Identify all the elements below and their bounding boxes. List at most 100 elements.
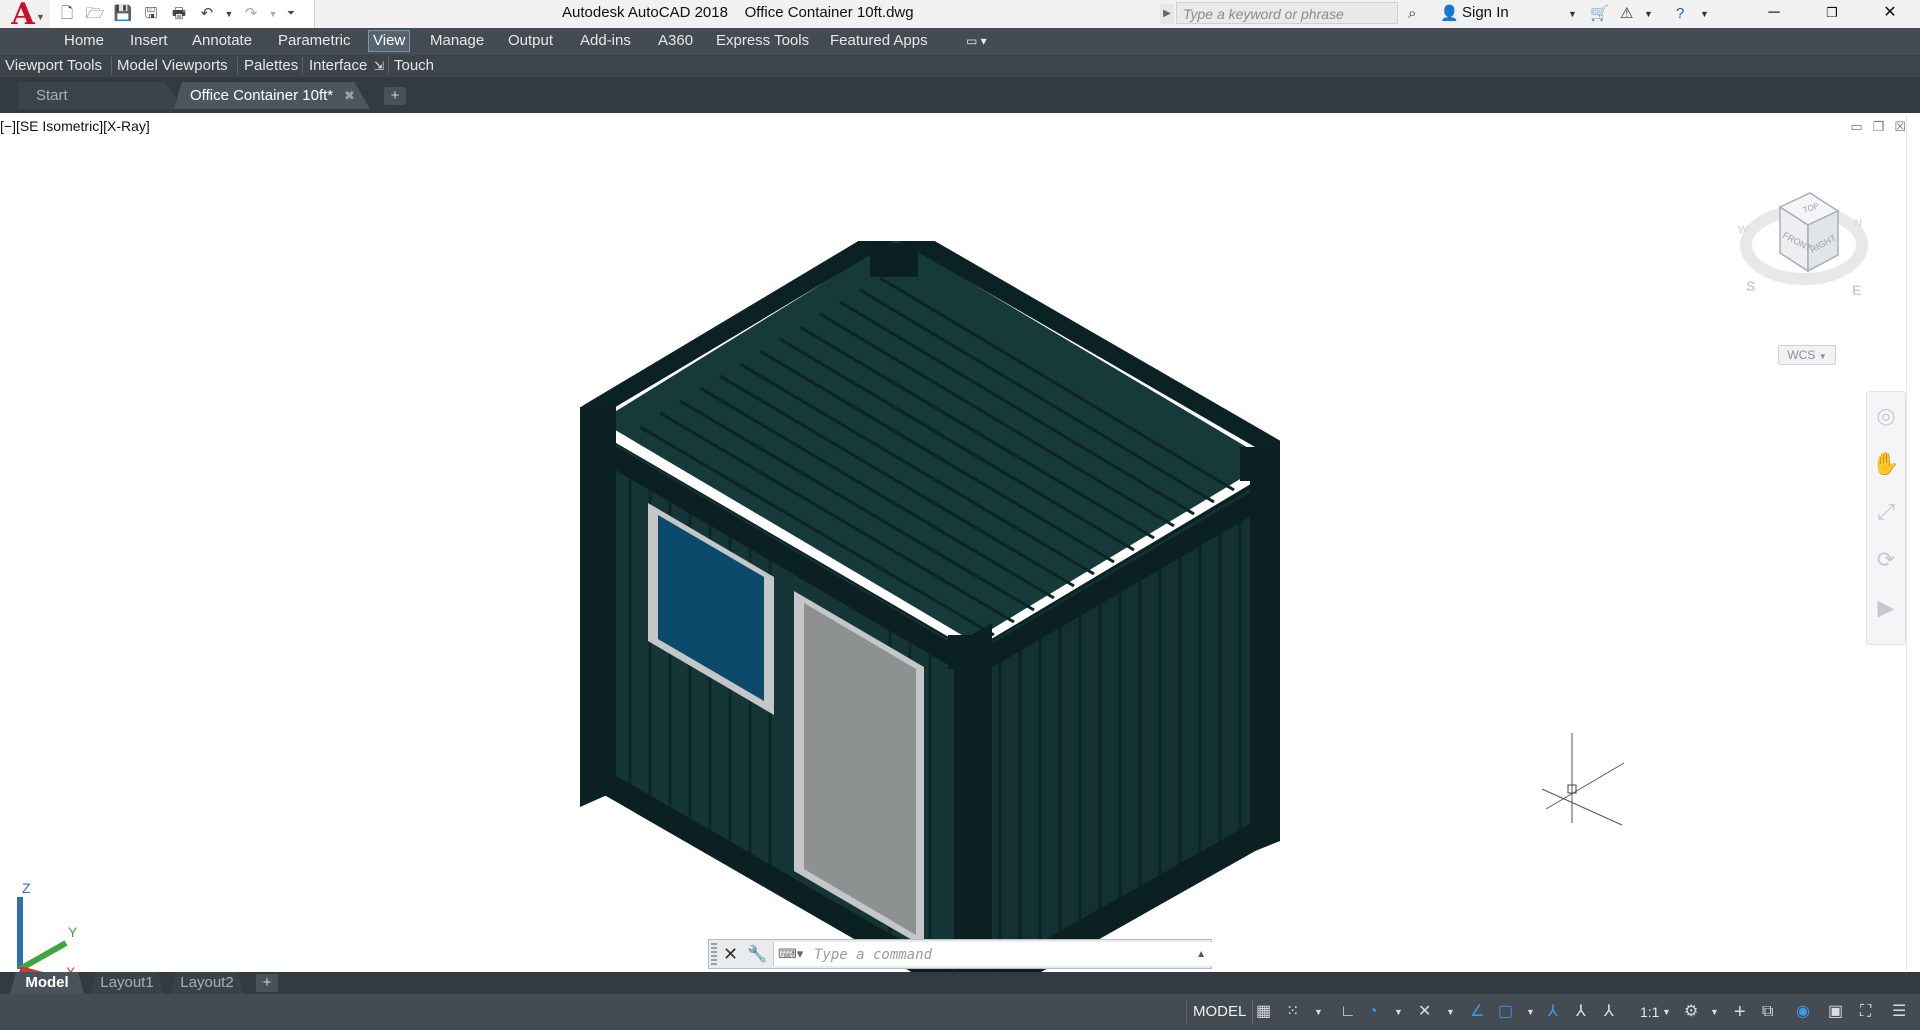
open-icon[interactable]: 🗁 (84, 3, 106, 25)
tab-document[interactable]: Office Container 10ft* (174, 82, 370, 109)
zoom-extents-icon[interactable]: ⤢ (1867, 488, 1905, 536)
tab-output[interactable]: Output (504, 31, 557, 51)
help-icon[interactable]: ? (1676, 3, 1684, 25)
osnap-dropdown-icon[interactable]: ▼ (1526, 1000, 1535, 1024)
close-tab-icon[interactable]: ✖ (344, 82, 355, 109)
auto-scale-icon[interactable]: ⅄ (1576, 1000, 1586, 1024)
command-input[interactable]: ⌨▾ Type a command ▲ (773, 942, 1212, 966)
tab-annotate[interactable]: Annotate (188, 31, 256, 51)
window-title: Autodesk AutoCAD 2018 Office Container 1… (562, 4, 914, 21)
plot-icon[interactable]: 🖶 (168, 3, 190, 25)
wcs-dropdown-icon: ▼ (1818, 352, 1827, 361)
panel-viewport-tools[interactable]: Viewport Tools (5, 56, 102, 76)
sign-in-dropdown-icon[interactable]: ▼ (1568, 3, 1577, 25)
wcs-menu-button[interactable]: WCS ▼ (1778, 345, 1836, 365)
tab-layout2[interactable]: Layout2 (170, 972, 244, 994)
tab-express-tools[interactable]: Express Tools (712, 31, 813, 51)
panel-interface[interactable]: Interface (309, 56, 367, 76)
binoculars-search-icon[interactable]: ⌕ (1408, 3, 1416, 25)
steering-wheel-icon[interactable]: ◎ (1867, 392, 1905, 440)
annotation-scale-value[interactable]: 1:1 (1640, 1000, 1659, 1024)
new-layout-button[interactable]: + (256, 974, 278, 992)
command-prompt-icon[interactable]: ⌨▾ (778, 945, 803, 963)
snap-dropdown-icon[interactable]: ▼ (1314, 1000, 1323, 1024)
redo-icon[interactable]: ↷ (240, 3, 262, 25)
undo-icon[interactable]: ↶ (196, 3, 218, 25)
save-icon[interactable]: 💾 (112, 3, 134, 25)
hardware-acceleration-icon[interactable]: ▣ (1828, 1000, 1843, 1024)
pan-icon[interactable]: ✋ (1867, 440, 1905, 488)
command-customize-icon[interactable]: 🔧 (747, 943, 767, 967)
compass-north-label: N (1854, 218, 1862, 230)
minimize-button[interactable]: ─ (1746, 0, 1802, 28)
viewport-close-icon[interactable]: ☒ (1894, 119, 1906, 135)
ucs-z-label: Z (22, 880, 31, 896)
search-input[interactable]: Type a keyword or phrase (1176, 2, 1398, 24)
annotation-scale-icon[interactable]: ⅄ (1604, 1000, 1614, 1024)
tab-manage[interactable]: Manage (426, 31, 488, 51)
panel-interface-expand-icon[interactable]: ⇲ (374, 56, 384, 76)
customization-menu-icon[interactable]: ☰ (1892, 1000, 1906, 1024)
help-dropdown-icon[interactable]: ▼ (1700, 3, 1709, 25)
polar-dropdown-icon[interactable]: ▼ (1394, 1000, 1403, 1024)
object-snap-tracking-icon[interactable]: ∠ (1470, 1000, 1484, 1024)
model-space-button[interactable]: MODEL (1186, 1000, 1254, 1024)
polar-tracking-icon[interactable]: ◔ (1368, 1000, 1378, 1024)
command-close-icon[interactable]: ✕ (723, 942, 738, 966)
sign-in-button[interactable]: Sign In (1462, 4, 1509, 21)
tab-featured-apps[interactable]: Featured Apps (826, 31, 932, 51)
annotation-visibility-icon[interactable]: ⅄ (1548, 1000, 1558, 1024)
save-as-icon[interactable]: 🖫 (140, 3, 162, 25)
tab-layout1[interactable]: Layout1 (90, 972, 164, 994)
showmotion-icon[interactable]: ▶ (1867, 584, 1905, 632)
undo-dropdown-icon[interactable]: ▼ (224, 3, 234, 25)
viewcube[interactable]: TOP FRONT RIGHT S E W N (1738, 183, 1868, 323)
tab-start[interactable]: Start (18, 82, 184, 109)
office-container-model[interactable] (580, 241, 1280, 1011)
drawing-viewport[interactable]: [−][SE Isometric][X-Ray] ▭ ❐ ☒ TOP FRONT… (0, 113, 1920, 1011)
command-line-grip-icon[interactable] (711, 943, 717, 965)
panel-palettes[interactable]: Palettes (244, 56, 298, 76)
tab-a360[interactable]: A360 (654, 31, 697, 51)
tab-model[interactable]: Model (10, 972, 84, 994)
orbit-icon[interactable]: ⟳ (1867, 536, 1905, 584)
workspace-gear-icon[interactable]: ⚙ (1684, 1000, 1698, 1024)
ortho-icon[interactable]: ∟ (1340, 1000, 1356, 1024)
tab-view[interactable]: View (368, 30, 411, 52)
a360-dropdown-icon[interactable]: ▼ (1644, 3, 1653, 25)
panel-model-viewports[interactable]: Model Viewports (117, 56, 228, 76)
viewport-controls-label[interactable]: [−][SE Isometric][X-Ray] (0, 118, 150, 134)
tab-insert[interactable]: Insert (126, 31, 172, 51)
ribbon-toggle-icon[interactable]: ▭ ▾ (962, 31, 991, 51)
customize-qat-icon[interactable]: ⏷ (284, 3, 298, 25)
status-bar: MODEL ▦ ⁙ ▼ ∟ ◔ ▼ ✕ ▼ ∠ ▢ ▼ ⅄ ⅄ ⅄ 1:1 ▼ … (0, 994, 1920, 1030)
app-name: Autodesk AutoCAD 2018 (562, 4, 728, 21)
clean-screen-icon[interactable]: ⛶ (1860, 1000, 1871, 1024)
tab-add-ins[interactable]: Add-ins (576, 31, 635, 51)
search-expand-icon[interactable]: ▶ (1160, 4, 1174, 24)
units-icon[interactable]: ⧉ (1762, 1000, 1773, 1024)
restore-button[interactable]: ❐ (1804, 0, 1860, 28)
annotation-monitor-icon[interactable]: + (1734, 1000, 1746, 1024)
viewport-minimize-icon[interactable]: ▭ (1850, 119, 1862, 135)
viewport-restore-icon[interactable]: ❐ (1873, 119, 1885, 135)
autodesk-app-store-icon[interactable]: 🛒 (1590, 3, 1609, 25)
close-button[interactable]: ✕ (1862, 0, 1918, 28)
isodraft-dropdown-icon[interactable]: ▼ (1446, 1000, 1455, 1024)
isodraft-icon[interactable]: ✕ (1418, 1000, 1431, 1024)
tab-parametric[interactable]: Parametric (274, 31, 355, 51)
scale-dropdown-icon[interactable]: ▼ (1662, 1000, 1671, 1024)
object-snap-icon[interactable]: ▢ (1498, 1000, 1513, 1024)
redo-dropdown-icon[interactable]: ▼ (268, 3, 278, 25)
command-history-icon[interactable]: ▲ (1196, 944, 1206, 966)
new-tab-button[interactable]: + (384, 87, 406, 105)
grid-display-icon[interactable]: ▦ (1256, 1000, 1271, 1024)
panel-touch[interactable]: Touch (394, 56, 434, 76)
new-icon[interactable]: 🗋 (56, 3, 78, 25)
workspace-dropdown-icon[interactable]: ▼ (1710, 1000, 1719, 1024)
isolate-objects-icon[interactable]: ◉ (1796, 1000, 1810, 1024)
snap-mode-icon[interactable]: ⁙ (1286, 1000, 1299, 1024)
a360-icon[interactable]: ⚠ (1620, 3, 1633, 25)
ribbon-tab-bar: Home Insert Annotate Parametric View Man… (0, 28, 1920, 53)
tab-home[interactable]: Home (60, 31, 108, 51)
